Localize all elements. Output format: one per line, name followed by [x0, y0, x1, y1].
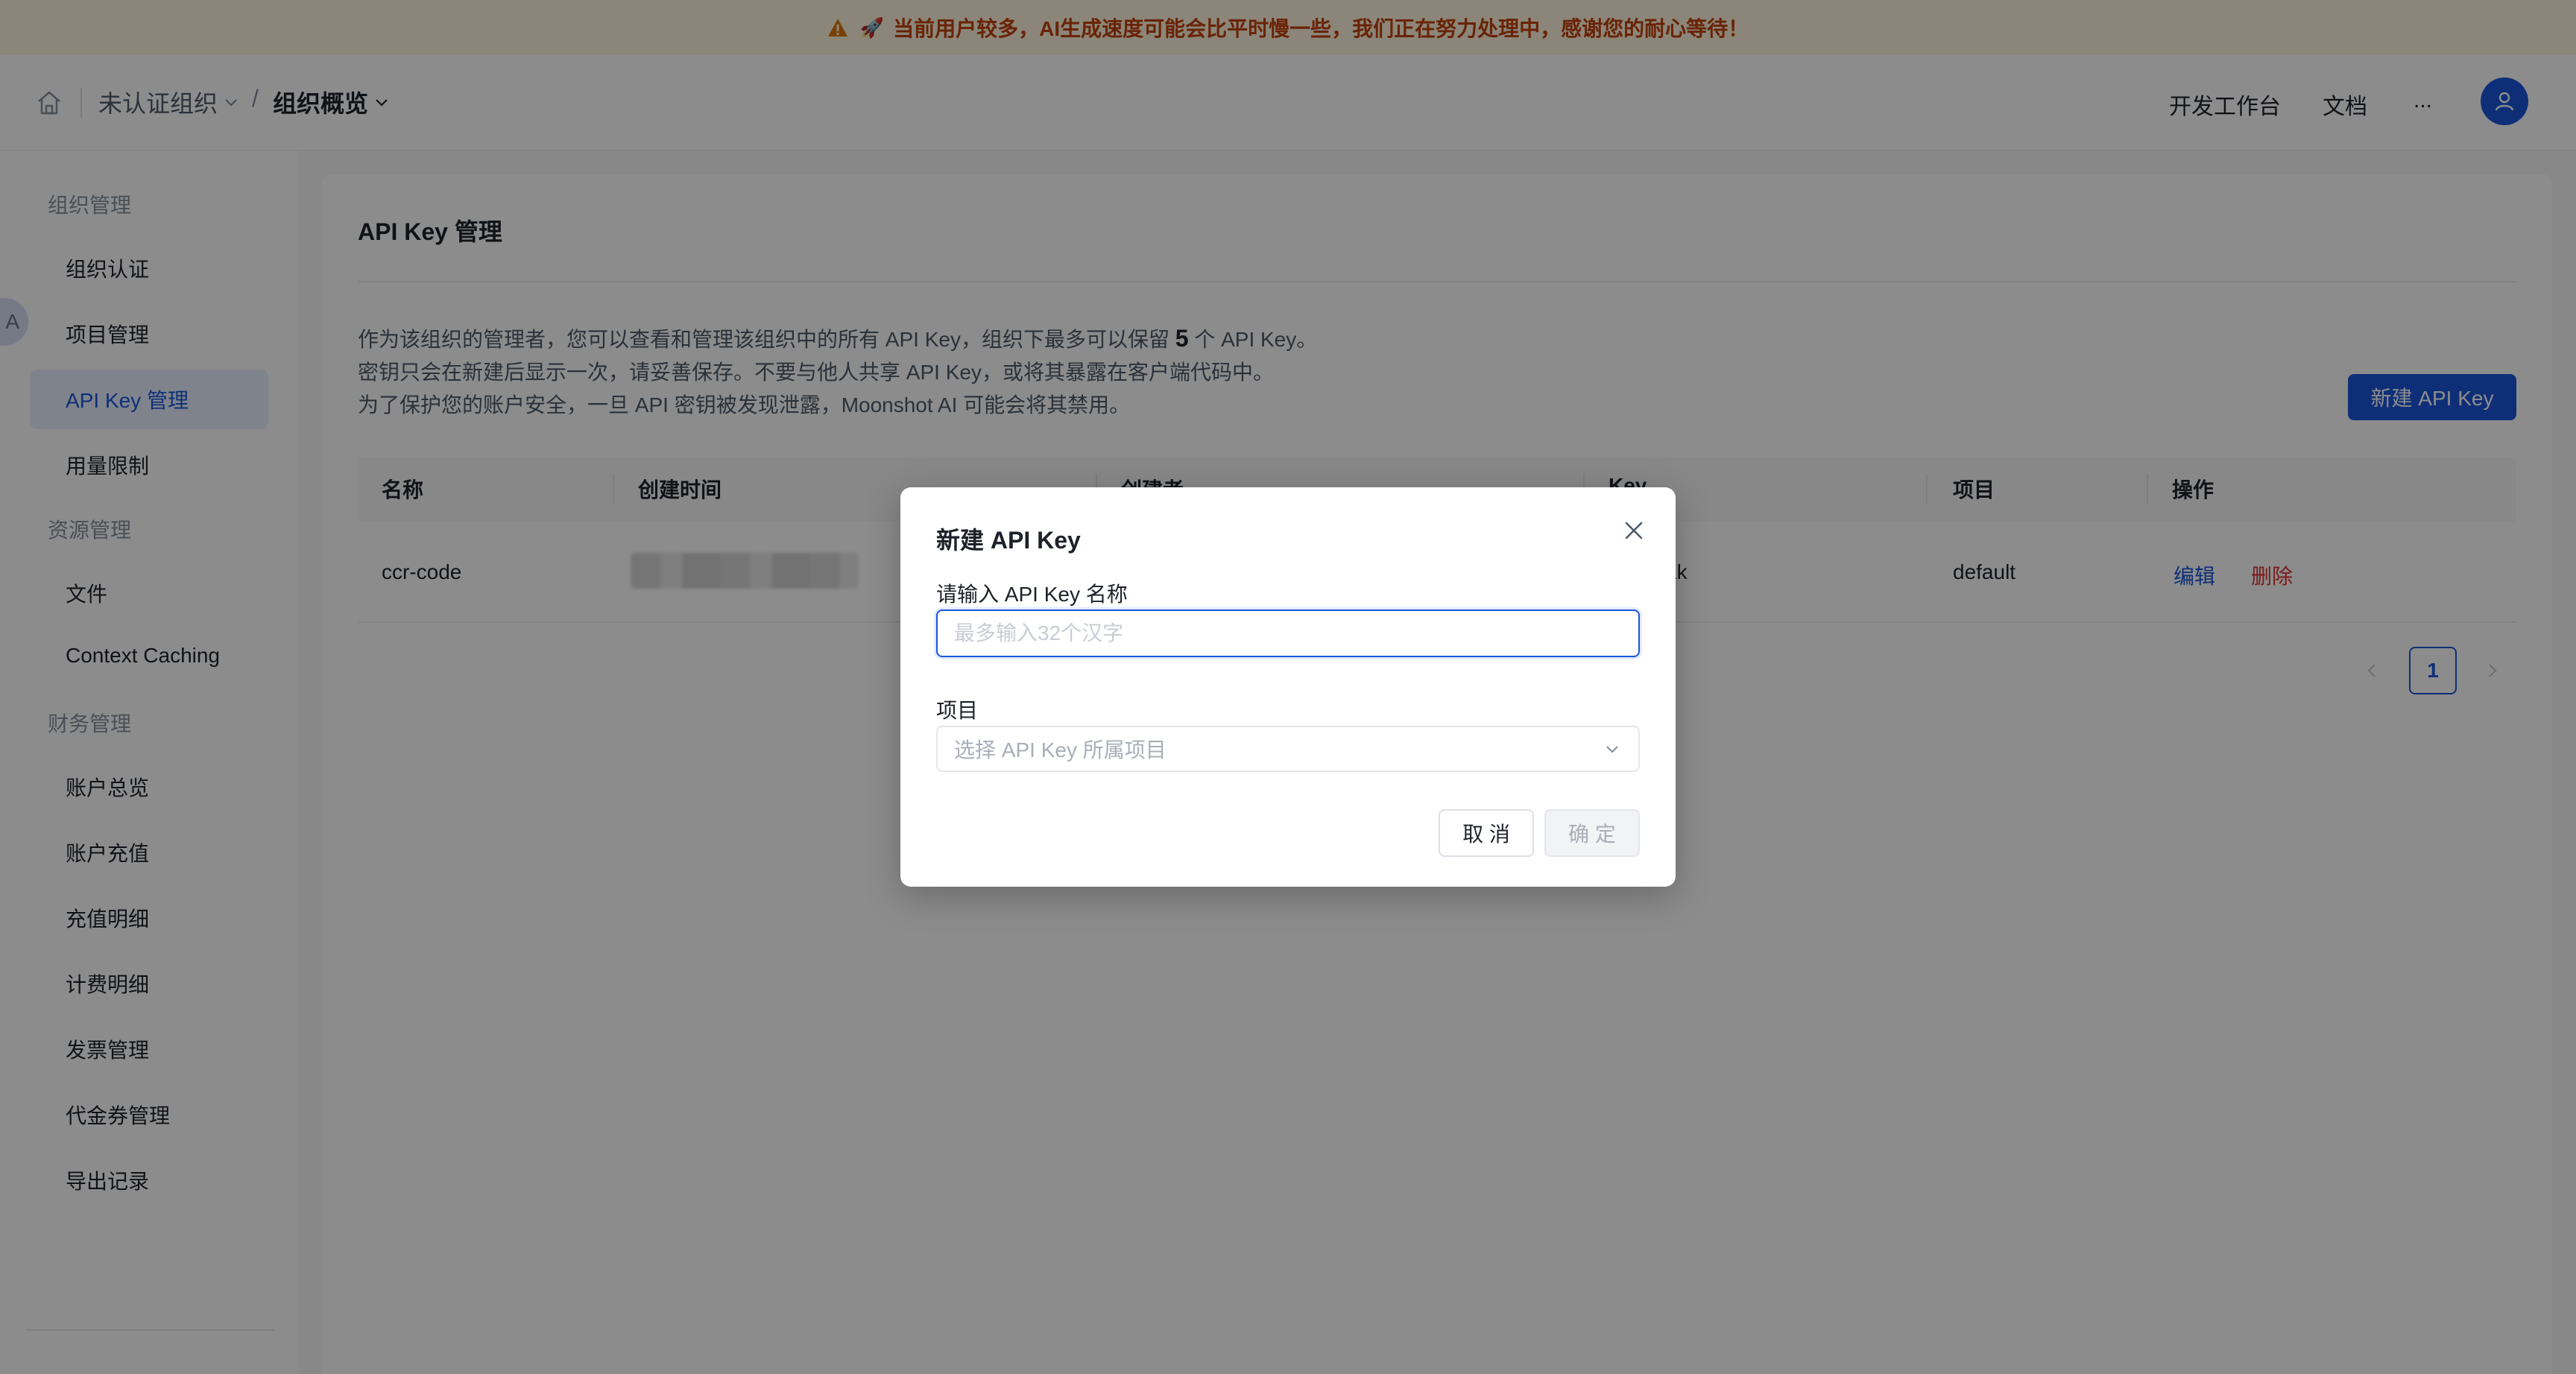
chevron-down-icon — [1606, 746, 1618, 753]
project-select-placeholder: 选择 API Key 所属项目 — [954, 738, 1167, 762]
name-field-label: 请输入 API Key 名称 — [936, 583, 1128, 606]
new-api-key-modal: 新建 API Key 请输入 API Key 名称 项目 选择 API Key … — [900, 487, 1676, 887]
close-icon[interactable] — [1620, 517, 1647, 544]
confirm-button[interactable]: 确 定 — [1544, 809, 1640, 857]
project-field-label: 项目 — [936, 699, 979, 722]
modal-title: 新建 API Key — [936, 527, 1081, 554]
cancel-button[interactable]: 取 消 — [1439, 809, 1534, 857]
project-select[interactable]: 选择 API Key 所属项目 — [936, 726, 1640, 772]
api-key-name-input[interactable] — [936, 610, 1640, 657]
